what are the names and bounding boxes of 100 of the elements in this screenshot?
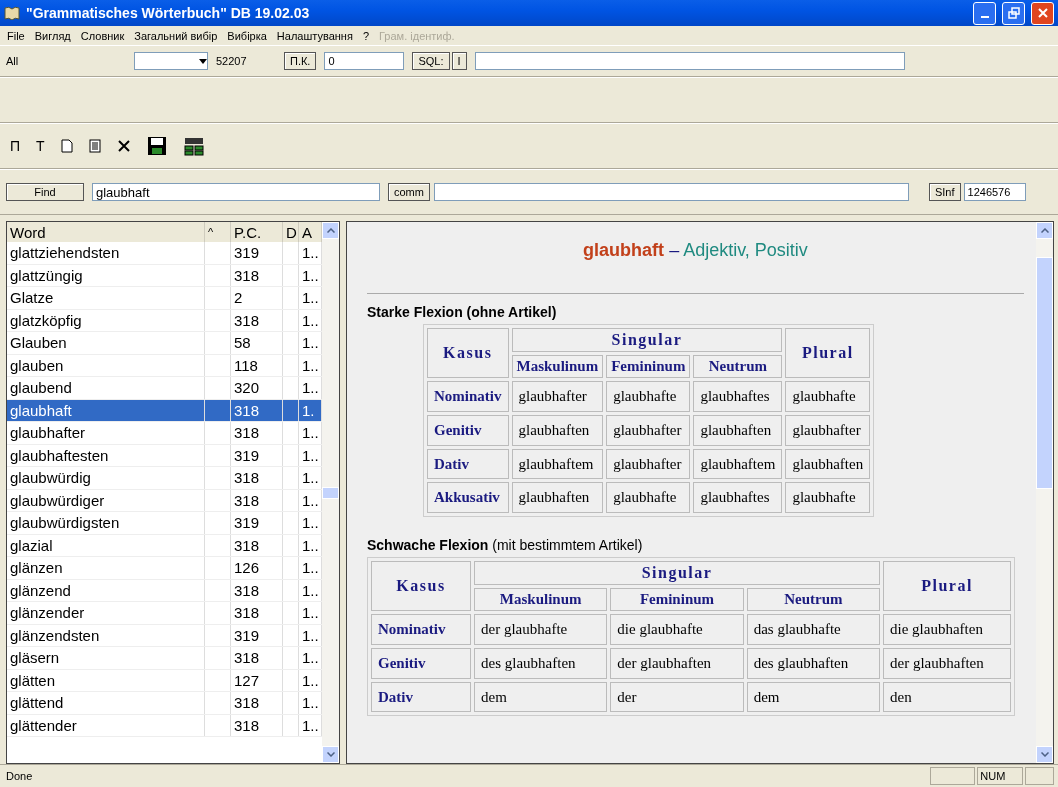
- notepad-icon[interactable]: [88, 139, 101, 153]
- column-header[interactable]: ^: [205, 222, 231, 242]
- scroll-down-button[interactable]: [1036, 746, 1053, 763]
- list-row[interactable]: glaubhaft 318 1.: [7, 399, 322, 422]
- sinf-field[interactable]: 1246576: [963, 183, 1026, 201]
- sql-field[interactable]: [474, 52, 905, 70]
- list-row[interactable]: glatzköpfig 318 1..: [7, 309, 322, 332]
- status-panel: [1024, 767, 1054, 785]
- entry-heading: glaubhaft – Adjektiv, Positiv: [582, 240, 809, 261]
- list-row[interactable]: Glauben 58 1..: [7, 332, 322, 355]
- word-cell: glänzender: [7, 602, 205, 624]
- list-row[interactable]: glaubwürdiger 318 1..: [7, 489, 322, 512]
- column-header: Maskulinum: [474, 588, 608, 611]
- list-row[interactable]: glaubwürdig 318 1..: [7, 467, 322, 490]
- column-header: Femininum: [606, 355, 691, 378]
- column-header: Femininum: [610, 588, 744, 611]
- menu-item[interactable]: Словник: [75, 29, 130, 42]
- search-field[interactable]: glaubhaft: [92, 183, 380, 201]
- column-header: Neutrum: [693, 355, 783, 378]
- row-header: Akkusativ: [427, 482, 509, 513]
- table-cell: 126: [231, 557, 283, 579]
- table-cell: glaubhafter: [606, 414, 691, 446]
- menu-item[interactable]: Налаштування: [271, 29, 358, 42]
- list-row[interactable]: glätten 127 1..: [7, 669, 322, 692]
- scroll-up-button[interactable]: [322, 222, 339, 239]
- scroll-up-button[interactable]: [1036, 222, 1053, 239]
- list-row[interactable]: glättender 318 1..: [7, 714, 322, 737]
- table-cell: 319: [231, 444, 283, 466]
- scroll-thumb[interactable]: [1036, 256, 1053, 489]
- column-header[interactable]: D: [283, 222, 299, 242]
- close-icon[interactable]: [116, 139, 131, 153]
- restore-button[interactable]: [1002, 1, 1025, 25]
- i-button[interactable]: I: [451, 52, 467, 70]
- list-row[interactable]: glaubhafter 318 1..: [7, 422, 322, 445]
- list-row[interactable]: glauben 118 1..: [7, 354, 322, 377]
- list-row[interactable]: glaubwürdigsten 319 1..: [7, 512, 322, 535]
- status-text: Done: [5, 769, 34, 784]
- new-document-icon[interactable]: [60, 139, 73, 153]
- toolbar-button[interactable]: П: [6, 134, 25, 158]
- word-cell: glaubwürdigsten: [7, 512, 205, 534]
- sinf-button[interactable]: SInf: [928, 183, 961, 201]
- find-button[interactable]: Find: [6, 183, 84, 201]
- word-cell: glaubend: [7, 377, 205, 399]
- row-header: Dativ: [371, 681, 471, 713]
- minimize-icon: [980, 16, 989, 18]
- menu-item[interactable]: Вибірка: [222, 29, 272, 42]
- sql-button[interactable]: SQL:: [412, 52, 450, 70]
- list-row[interactable]: glaubhaftesten 319 1..: [7, 444, 322, 467]
- word-cell: glättend: [7, 692, 205, 714]
- pk-field[interactable]: 0: [324, 52, 405, 70]
- column-header: Singular: [474, 561, 880, 585]
- list-row[interactable]: Glatze 2 1..: [7, 287, 322, 310]
- column-header: Plural: [785, 328, 871, 378]
- pk-button[interactable]: П.К.: [284, 52, 317, 70]
- toolbar-button[interactable]: T: [32, 134, 49, 158]
- list-row[interactable]: glänzender 318 1..: [7, 602, 322, 625]
- word-cell: glänzen: [7, 557, 205, 579]
- list-row[interactable]: glättend 318 1..: [7, 692, 322, 715]
- dropdown[interactable]: [134, 52, 208, 70]
- table-grid-icon[interactable]: [182, 136, 205, 156]
- table-cell: 318: [231, 602, 283, 624]
- list-row[interactable]: glazial 318 1..: [7, 534, 322, 557]
- word-cell: glattziehendsten: [7, 242, 205, 264]
- table-cell: 319: [231, 242, 283, 264]
- table-cell: 318: [231, 309, 283, 331]
- table-cell: die glaubhafte: [610, 614, 744, 645]
- column-header[interactable]: Word: [7, 222, 205, 242]
- close-button[interactable]: [1031, 1, 1054, 25]
- table-cell: glaubhafte: [606, 381, 691, 412]
- table-cell: 318: [231, 534, 283, 556]
- table-cell: der glaubhaften: [883, 647, 1011, 679]
- menu-item[interactable]: Вигляд: [29, 29, 76, 42]
- row-header: Nominativ: [427, 381, 509, 412]
- table-cell: glaubhafte: [785, 482, 871, 513]
- list-row[interactable]: glänzen 126 1..: [7, 557, 322, 580]
- filter-label: All: [6, 55, 20, 67]
- close-icon: [1036, 7, 1049, 19]
- word-cell: glattzüngig: [7, 264, 205, 286]
- column-header[interactable]: P.C.: [231, 222, 283, 242]
- comm-button[interactable]: comm: [388, 183, 430, 201]
- word-cell: glaubhafter: [7, 422, 205, 444]
- word-cell: glaubhaft: [7, 399, 205, 421]
- list-row[interactable]: glaubend 320 1..: [7, 377, 322, 400]
- table-cell: 318: [231, 264, 283, 286]
- menu-item[interactable]: File: [2, 29, 30, 42]
- scroll-down-button[interactable]: [322, 746, 339, 763]
- minimize-button[interactable]: [973, 1, 996, 25]
- list-row[interactable]: glänzendsten 319 1..: [7, 624, 322, 647]
- scroll-thumb[interactable]: [322, 486, 339, 499]
- list-row[interactable]: glattzüngig 318 1..: [7, 264, 322, 287]
- list-row[interactable]: glattziehendsten 319 1..: [7, 242, 322, 265]
- word-cell: Glatze: [7, 287, 205, 309]
- menu-item[interactable]: Загальний вибір: [129, 29, 223, 42]
- column-header: Neutrum: [746, 588, 880, 611]
- list-row[interactable]: glänzend 318 1..: [7, 579, 322, 602]
- comment-field[interactable]: [433, 183, 909, 201]
- menu-item[interactable]: ?: [357, 29, 374, 42]
- list-row[interactable]: gläsern 318 1..: [7, 647, 322, 670]
- record-count: 52207: [216, 55, 248, 67]
- word-cell: glauben: [7, 354, 205, 376]
